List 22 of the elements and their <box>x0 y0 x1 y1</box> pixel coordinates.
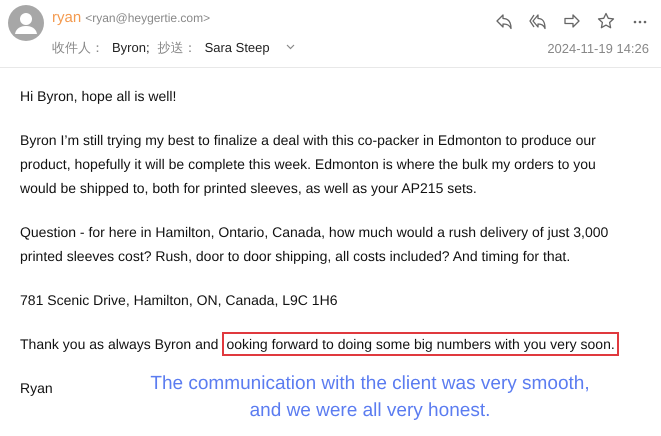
annotation-text: and we were all very honest. <box>250 399 490 423</box>
annotation-text: The communication with the client was very smooth, <box>150 372 590 396</box>
highlighted-text: ooking forward to doing some big numbers with you very soon. <box>222 332 619 356</box>
recipient-label: 收件人： <box>52 38 104 56</box>
signature-text: Ryan <box>20 379 53 398</box>
body-paragraph: Hi Byron, hope all is well! <box>20 87 178 106</box>
cc-label: 抄送： <box>158 38 197 56</box>
body-paragraph: Question - for here in Hamilton, Ontario, Canada, how much would a rush delivery of just 3,000 printed sleeves cost? Rush, door to door shipping, all costs included? And timing for that. <box>20 223 610 266</box>
body-paragraph: Thank you as always Byron and <box>20 335 218 354</box>
forward-icon[interactable] <box>563 12 581 30</box>
sender-name: ryan <box>52 8 82 28</box>
sender-email: <ryan@heygertie.com> <box>85 10 210 27</box>
cc-name: Sara Steep <box>204 38 270 57</box>
reply-icon[interactable] <box>495 12 513 30</box>
date-text: 2024-11-19 14:26 <box>547 40 649 58</box>
star-icon[interactable] <box>597 12 615 30</box>
recipient-name: Byron; <box>112 38 150 57</box>
avatar-icon <box>8 5 44 41</box>
body-paragraph: 781 Scenic Drive, Hamilton, ON, Canada, L9C 1H6 <box>20 291 338 310</box>
body-paragraph: Byron I’m still trying my best to finalize a deal with this co-packer in Edmonton to produce our product, hopefully it will be complete this week. Edmonton is where the bulk my orders to you would be shipped to, both for printed sleeves, as well as your AP215 sets. <box>20 131 597 198</box>
chevron-down-icon[interactable] <box>286 44 295 50</box>
reply-all-icon[interactable] <box>529 12 547 30</box>
